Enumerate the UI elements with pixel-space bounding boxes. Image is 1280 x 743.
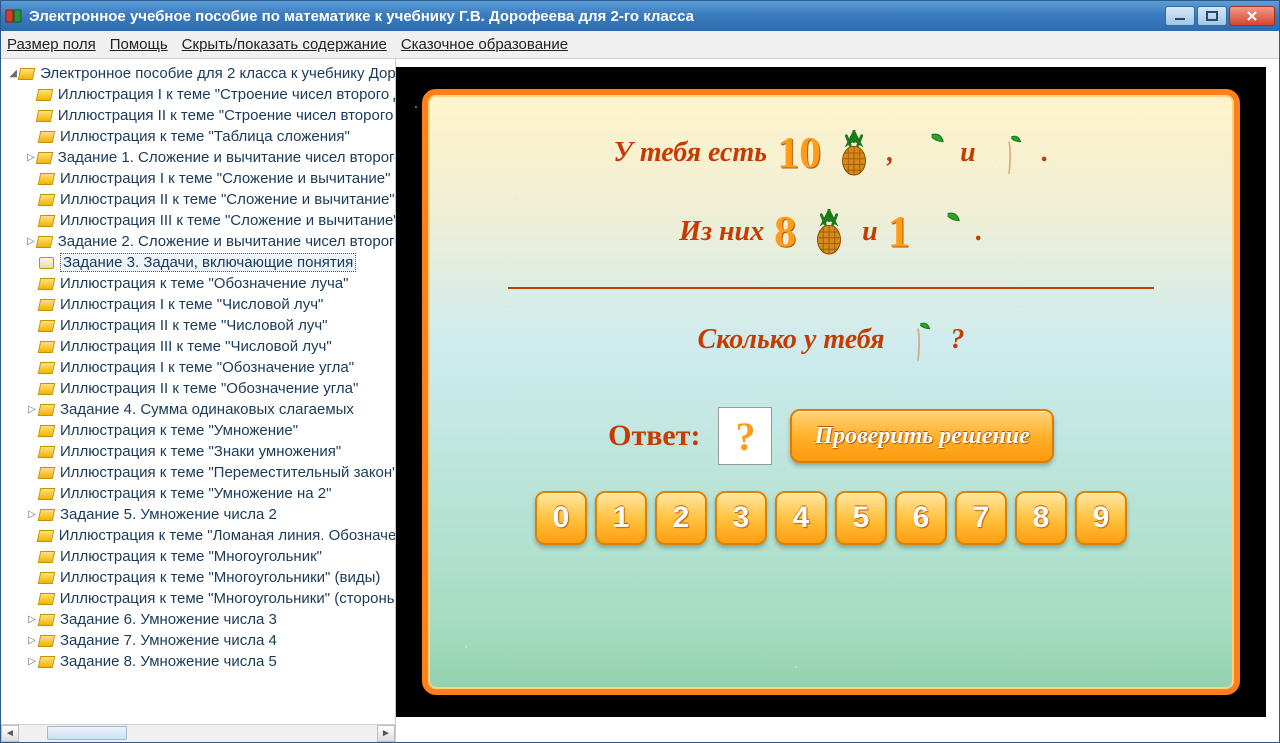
tree-item[interactable]: Иллюстрация к теме "Многоугольники" (вид… <box>3 567 395 588</box>
stage-frame: У тебя есть 10 , и . Из них 8 и <box>396 67 1266 717</box>
tree-item[interactable]: Иллюстрация I к теме "Обозначение угла" <box>3 357 395 378</box>
digit-4[interactable]: 4 <box>775 491 827 545</box>
tree-item[interactable]: Иллюстрация к теме "Многоугольники" (сто… <box>3 588 395 609</box>
tree-item[interactable]: ▷Задание 4. Сумма одинаковых слагаемых <box>3 399 395 420</box>
tree-item[interactable]: Иллюстрация II к теме "Числовой луч" <box>3 315 395 336</box>
pineapple-icon <box>831 130 877 176</box>
digit-pad: 0123456789 <box>535 491 1127 545</box>
check-button[interactable]: Проверить решение <box>790 409 1053 463</box>
tree-item[interactable]: ▷Задание 5. Умножение числа 2 <box>3 504 395 525</box>
tree-item[interactable]: Иллюстрация к теме "Переместительный зак… <box>3 462 395 483</box>
tree-item[interactable]: Иллюстрация к теме "Умножение" <box>3 420 395 441</box>
tree-item[interactable]: Иллюстрация I к теме "Строение чисел вто… <box>3 84 395 105</box>
tree-item[interactable]: Иллюстрация II к теме "Сложение и вычита… <box>3 189 395 210</box>
maximize-button[interactable] <box>1197 6 1227 26</box>
tree-root[interactable]: ◢Электронное пособие для 2 класса к учеб… <box>3 63 395 84</box>
orange-icon <box>920 209 966 255</box>
toc-sidebar: ◢Электронное пособие для 2 класса к учеб… <box>1 59 396 742</box>
tree-item[interactable]: ▷Задание 6. Умножение числа 3 <box>3 609 395 630</box>
tree-item[interactable]: Иллюстрация к теме "Обозначение луча" <box>3 273 395 294</box>
tree-item[interactable]: ▷Задание 8. Умножение числа 5 <box>3 651 395 672</box>
tree-item[interactable]: ▷Задание 1. Сложение и вычитание чисел в… <box>3 147 395 168</box>
and-word: и <box>960 137 976 169</box>
digit-1[interactable]: 1 <box>595 491 647 545</box>
menu-field-size[interactable]: Размер поля <box>7 36 96 53</box>
tree-item[interactable]: Задание 3. Задачи, включающие понятия <box>3 252 395 273</box>
line2-prefix: Из них <box>679 216 764 248</box>
content-area: У тебя есть 10 , и . Из них 8 и <box>396 59 1279 742</box>
answer-row: Ответ: ? Проверить решение <box>608 407 1054 465</box>
window-title: Электронное учебное пособие по математик… <box>29 8 1165 25</box>
answer-input[interactable]: ? <box>718 407 772 465</box>
tree-item[interactable]: Иллюстрация к теме "Знаки умножения" <box>3 441 395 462</box>
digit-7[interactable]: 7 <box>955 491 1007 545</box>
divider <box>508 287 1154 289</box>
digit-3[interactable]: 3 <box>715 491 767 545</box>
tree-item[interactable]: ▷Задание 2. Сложение и вычитание чисел в… <box>3 231 395 252</box>
total-number: 10 <box>777 127 821 178</box>
count-b: 1 <box>888 206 910 257</box>
task-stage: У тебя есть 10 , и . Из них 8 и <box>422 89 1240 695</box>
scroll-track[interactable] <box>19 725 377 742</box>
digit-9[interactable]: 9 <box>1075 491 1127 545</box>
tree-item[interactable]: ▷Задание 7. Умножение числа 4 <box>3 630 395 651</box>
comma: , <box>887 137 894 169</box>
task-line-2: Из них 8 и 1 . <box>679 206 982 257</box>
tree-item[interactable]: Иллюстрация II к теме "Строение чисел вт… <box>3 105 395 126</box>
tree-item[interactable]: Иллюстрация I к теме "Числовой луч" <box>3 294 395 315</box>
scroll-thumb[interactable] <box>47 726 127 740</box>
count-a: 8 <box>774 206 796 257</box>
digit-6[interactable]: 6 <box>895 491 947 545</box>
toc-tree[interactable]: ◢Электронное пособие для 2 класса к учеб… <box>1 59 395 724</box>
task-line-1: У тебя есть 10 , и . <box>613 127 1048 178</box>
task-question: Сколько у тебя ? <box>698 317 965 363</box>
digit-0[interactable]: 0 <box>535 491 587 545</box>
peach-icon <box>986 130 1032 176</box>
scroll-left-button[interactable]: ◄ <box>1 725 19 742</box>
menu-fairy-edu[interactable]: Сказочное образование <box>401 36 568 53</box>
tree-item[interactable]: Иллюстрация к теме "Умножение на 2" <box>3 483 395 504</box>
tree-item[interactable]: Иллюстрация к теме "Ломаная линия. Обозн… <box>3 525 395 546</box>
tree-item[interactable]: Иллюстрация III к теме "Сложение и вычит… <box>3 210 395 231</box>
window-titlebar: Электронное учебное пособие по математик… <box>1 1 1279 31</box>
minimize-button[interactable] <box>1165 6 1195 26</box>
pineapple-icon <box>806 209 852 255</box>
tree-item[interactable]: Иллюстрация III к теме "Числовой луч" <box>3 336 395 357</box>
tree-item[interactable]: Иллюстрация к теме "Многоугольник" <box>3 546 395 567</box>
menu-toggle-toc[interactable]: Скрыть/показать содержание <box>182 36 387 53</box>
menu-help[interactable]: Помощь <box>110 36 168 53</box>
tree-item[interactable]: Иллюстрация II к теме "Обозначение угла" <box>3 378 395 399</box>
tree-item[interactable]: Иллюстрация к теме "Таблица сложения" <box>3 126 395 147</box>
digit-8[interactable]: 8 <box>1015 491 1067 545</box>
dot: . <box>976 216 983 248</box>
dot: . <box>1042 137 1049 169</box>
question-mark: ? <box>951 324 965 356</box>
scroll-right-button[interactable]: ► <box>377 725 395 742</box>
line1-prefix: У тебя есть <box>613 137 767 169</box>
close-button[interactable] <box>1229 6 1275 26</box>
horizontal-scrollbar[interactable]: ◄ ► <box>1 724 395 742</box>
app-icon <box>5 7 23 25</box>
orange-icon <box>904 130 950 176</box>
digit-2[interactable]: 2 <box>655 491 707 545</box>
question-text: Сколько у тебя <box>698 324 885 356</box>
peach-icon <box>895 317 941 363</box>
tree-item[interactable]: Иллюстрация I к теме "Сложение и вычитан… <box>3 168 395 189</box>
digit-5[interactable]: 5 <box>835 491 887 545</box>
menubar: Размер поля Помощь Скрыть/показать содер… <box>1 31 1279 59</box>
and-word: и <box>862 216 878 248</box>
answer-label: Ответ: <box>608 419 700 453</box>
